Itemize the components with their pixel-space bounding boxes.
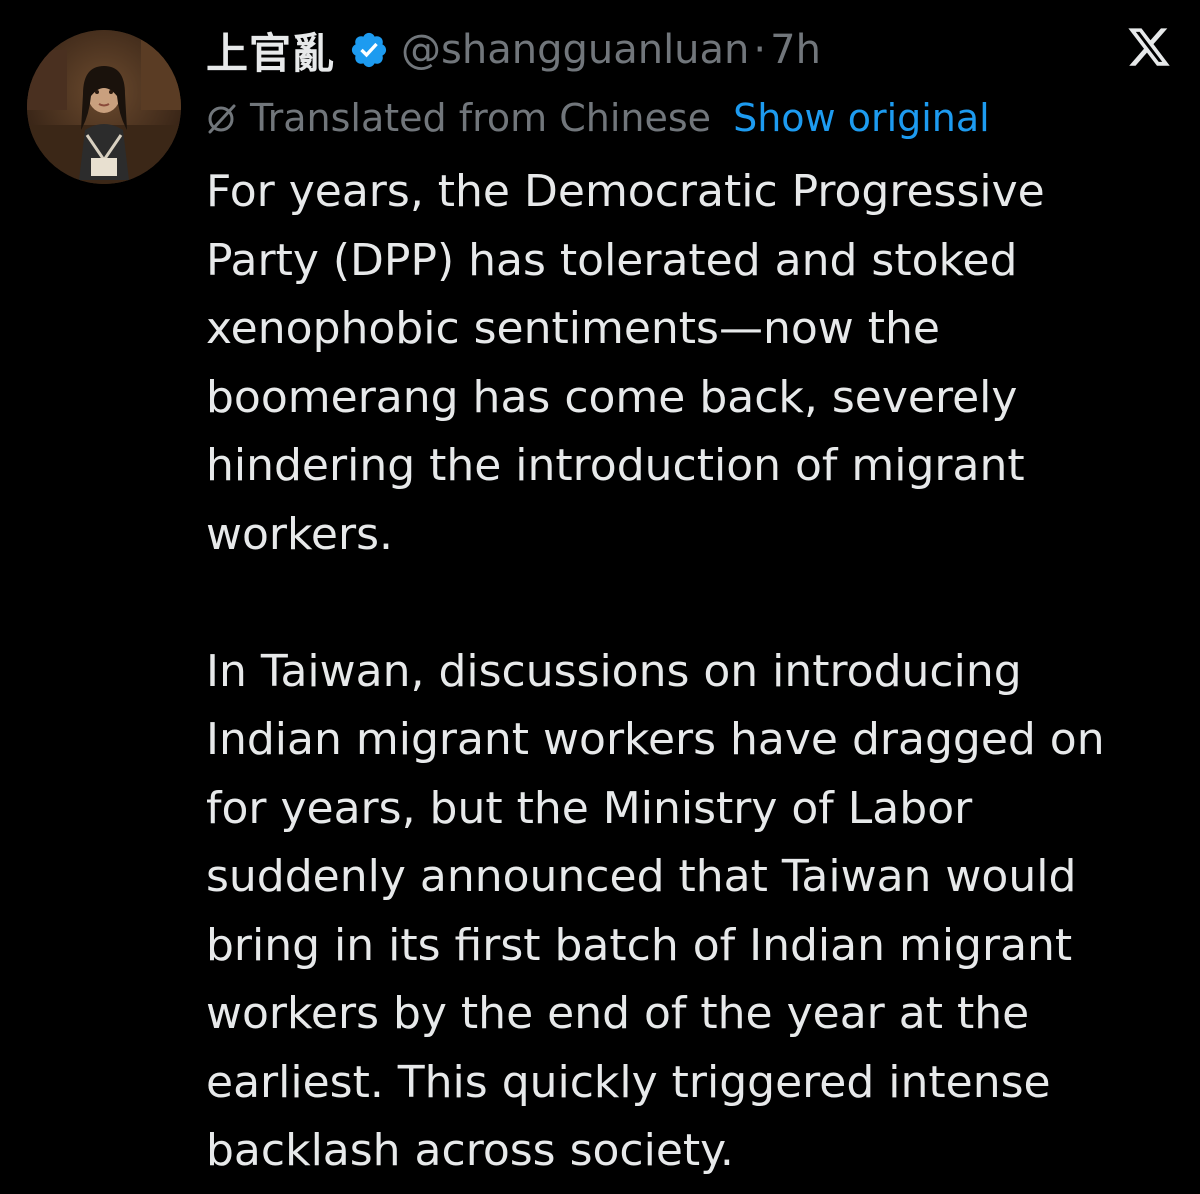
tweet-paragraph: In Taiwan, discussions on introducing In… xyxy=(206,638,1186,1186)
tweet-text-line: workers. xyxy=(206,508,393,560)
tweet-text-line: xenophobic sentiments—now the xyxy=(206,303,940,354)
tweet-text-line: backlash across society. xyxy=(206,1125,734,1176)
tweet-text-line: hindering the introduction of migrant xyxy=(206,440,1025,491)
separator-dot: · xyxy=(753,27,767,73)
translation-notice: Translated from Chinese Show original xyxy=(204,96,990,140)
tweet-text-line: In Taiwan, discussions on introducing xyxy=(206,645,1022,697)
tweet-text: For years, the Democratic Progressive Pa… xyxy=(206,158,1186,1186)
avatar-portrait-image xyxy=(27,30,181,184)
tweet-timestamp[interactable]: 7h xyxy=(770,27,821,73)
tweet-text-line: Party (DPP) has tolerated and stoked xyxy=(206,234,1018,286)
translated-from-label: Translated from Chinese xyxy=(250,96,712,140)
show-original-link[interactable]: Show original xyxy=(733,96,990,140)
tweet-text-line: Indian migrant workers have dragged on xyxy=(206,714,1105,765)
tweet-text-line: For years, the Democratic Progressive xyxy=(206,166,1045,217)
author-display-name[interactable]: 上官亂 xyxy=(206,20,335,81)
tweet-text-line: bring in its first batch of Indian migra… xyxy=(206,919,1073,971)
author-handle[interactable]: @shangguanluan xyxy=(401,27,749,73)
tweet-text-line: boomerang has come back, severely xyxy=(206,371,1018,423)
translate-icon xyxy=(204,100,240,136)
tweet-text-line: for years, but the Ministry of Labor xyxy=(206,782,973,834)
tweet-text-line: suddenly announced that Taiwan would xyxy=(206,851,1077,902)
x-logo-icon[interactable] xyxy=(1126,24,1172,70)
avatar[interactable] xyxy=(27,30,181,184)
verified-badge-icon[interactable] xyxy=(349,30,389,70)
tweet-paragraph: For years, the Democratic Progressive Pa… xyxy=(206,158,1186,569)
tweet-text-line: workers by the end of the year at the xyxy=(206,988,1030,1039)
tweet-header: 上官亂 @shangguanluan · 7h xyxy=(206,18,821,82)
tweet-text-line: earliest. This quickly triggered intense xyxy=(206,1056,1051,1108)
